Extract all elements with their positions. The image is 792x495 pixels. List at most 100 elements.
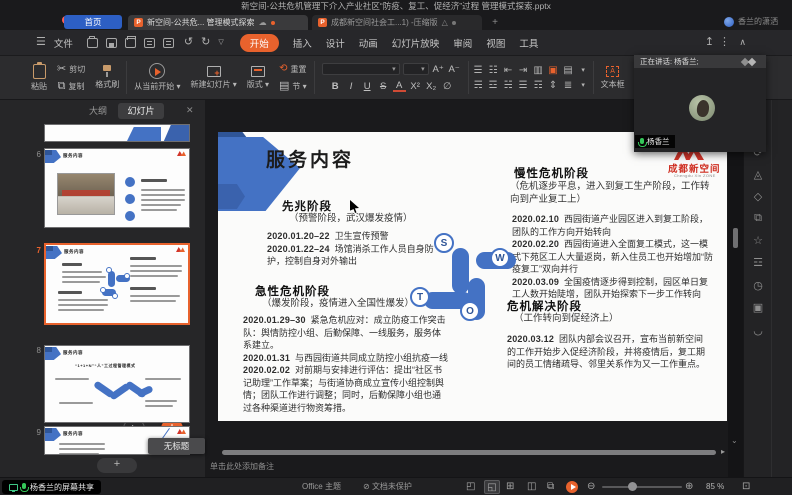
play-from-current-button[interactable]: 从当前开始 ▾: [129, 56, 185, 99]
document-tab-active[interactable]: P 新空间-公共危... 管理模式探索 ☁: [128, 15, 308, 30]
reset-button[interactable]: ⟲重置: [279, 62, 306, 77]
align-right-icon[interactable]: ☵: [504, 80, 513, 91]
new-slide-footer-button[interactable]: +: [97, 458, 137, 473]
zoom-slider-knob[interactable]: [628, 482, 637, 491]
align-center-icon[interactable]: ☲: [489, 80, 498, 91]
normal-view-icon[interactable]: ◱: [484, 480, 500, 494]
image-library-icon[interactable]: ▣: [751, 301, 765, 314]
zoom-in-icon[interactable]: ⊕: [685, 481, 693, 492]
collapse-ribbon-icon[interactable]: ∧: [739, 38, 746, 47]
textbox-button[interactable]: A 文本框: [596, 56, 630, 99]
decrease-indent-icon[interactable]: ⇤: [504, 65, 512, 76]
italic-button[interactable]: I: [345, 81, 358, 92]
windows-icon[interactable]: ⧉: [751, 212, 765, 225]
columns-icon[interactable]: ▤: [563, 65, 572, 76]
decrease-font-icon[interactable]: A⁻: [448, 64, 461, 75]
copy-button[interactable]: ⧉复制: [58, 79, 85, 94]
horizontal-scrollbar[interactable]: [222, 450, 716, 455]
bullet-list-icon[interactable]: ☰: [474, 65, 483, 76]
reading-view-icon[interactable]: ◫: [527, 481, 536, 492]
plugin-icon[interactable]: ◇: [751, 190, 765, 203]
more-options-icon[interactable]: ⋮: [719, 37, 730, 48]
hamburger-menu-icon[interactable]: ☰: [36, 37, 46, 48]
slide-thumbnail-7-selected[interactable]: 服务内容: [44, 243, 190, 325]
share-icon[interactable]: ↥: [705, 37, 714, 48]
tab-slides[interactable]: 幻灯片: [118, 103, 164, 119]
tab-view[interactable]: 视图: [486, 36, 505, 50]
presenter-view-icon[interactable]: ⧉: [547, 481, 554, 492]
video-call-overlay[interactable]: 正在讲话: 杨香兰; 杨香兰: [634, 55, 766, 152]
font-color-button[interactable]: A: [393, 81, 406, 92]
distribute-icon[interactable]: ☶: [534, 80, 543, 91]
redo-icon[interactable]: ↻: [201, 37, 210, 48]
spacing-dropdown-icon[interactable]: ▾: [581, 81, 585, 89]
screen-share-indicator[interactable]: 杨香兰的屏幕共享: [2, 480, 101, 494]
tab-home[interactable]: 开始: [240, 34, 279, 52]
strikethrough-button[interactable]: S: [377, 81, 390, 92]
protection-status[interactable]: ⊘ 文档未保护: [363, 478, 412, 495]
font-name-combobox[interactable]: ▾: [322, 63, 400, 75]
text-highlight-icon[interactable]: ▣: [548, 65, 557, 76]
paste-button[interactable]: 粘贴: [26, 56, 52, 99]
slide-thumbnail-5-partial[interactable]: [44, 124, 190, 142]
spacing-before-icon[interactable]: ≣: [564, 80, 572, 91]
zoom-out-icon[interactable]: ⊖: [587, 481, 595, 492]
export-icon[interactable]: [144, 38, 155, 48]
font-size-combobox[interactable]: ▾: [403, 63, 429, 75]
increase-font-icon[interactable]: A⁺: [432, 64, 445, 75]
close-panel-icon[interactable]: ✕: [186, 105, 194, 116]
notes-placeholder[interactable]: 单击此处添加备注: [210, 461, 274, 472]
tab-review[interactable]: 审阅: [453, 36, 472, 50]
autosave-dropdown-icon[interactable]: ▽: [218, 39, 223, 46]
settings-sliders-icon[interactable]: ☲: [751, 256, 765, 269]
tab-slideshow[interactable]: 幻灯片放映: [392, 36, 440, 50]
superscript-icon[interactable]: X²: [409, 81, 422, 92]
align-left-icon[interactable]: ☴: [474, 80, 483, 91]
slide-sorter-icon[interactable]: ⊞: [506, 481, 514, 492]
save-icon[interactable]: [106, 38, 117, 48]
cut-button[interactable]: ✂剪切: [57, 62, 85, 77]
underline-button[interactable]: U: [361, 81, 374, 92]
tab-tools[interactable]: 工具: [519, 36, 538, 50]
clear-format-icon[interactable]: ∅: [441, 81, 454, 92]
scroll-right-icon[interactable]: ▸: [721, 447, 725, 456]
format-painter-button[interactable]: 格式刷: [90, 56, 124, 99]
new-slide-button[interactable]: 新建幻灯片 ▾: [185, 56, 241, 99]
preview-icon[interactable]: [163, 38, 174, 48]
home-tab[interactable]: 首页: [64, 15, 122, 29]
section-button[interactable]: ▤节 ▾: [279, 79, 307, 94]
file-menu[interactable]: 文件: [54, 36, 73, 50]
bold-button[interactable]: B: [329, 81, 342, 92]
fit-slide-icon[interactable]: ⊡: [742, 481, 750, 492]
tab-animation[interactable]: 动画: [359, 36, 378, 50]
layout-button[interactable]: 版式 ▾: [242, 56, 274, 99]
tab-insert[interactable]: 插入: [293, 36, 312, 50]
slide-editor[interactable]: 服务内容 成都新空间 Chengdu Xin ZONE 先兆阶段 （预警阶段，武…: [218, 132, 727, 421]
scroll-down-icon[interactable]: ⌄: [731, 436, 738, 445]
slideshow-play-button[interactable]: [566, 481, 578, 493]
undo-icon[interactable]: ↺: [184, 37, 193, 48]
slide-thumbnail-8[interactable]: 服务内容 “1+1+N”“人”工过程管理模式: [44, 345, 190, 423]
resource-icon[interactable]: ◬: [751, 168, 765, 181]
theme-label[interactable]: Office 主题: [302, 478, 341, 495]
slide-thumbnail-6[interactable]: 服务内容: [44, 148, 190, 228]
increase-indent-icon[interactable]: ⇥: [519, 65, 527, 76]
document-tab-inactive[interactable]: P 成都新空间社会工...1) -压缩版 △: [312, 15, 482, 30]
zoom-percentage[interactable]: 85 %: [706, 478, 724, 495]
favorites-icon[interactable]: ☆: [751, 234, 765, 247]
zoom-slider-track[interactable]: [602, 486, 682, 488]
print-icon[interactable]: [125, 38, 136, 48]
notes-toggle-icon[interactable]: ◰: [466, 481, 475, 492]
vertical-scrollbar[interactable]: [733, 228, 738, 248]
tab-outline[interactable]: 大纲: [80, 103, 116, 119]
subscript-icon[interactable]: X₂: [425, 81, 438, 92]
numbered-list-icon[interactable]: ☷: [489, 65, 498, 76]
history-icon[interactable]: ◷: [751, 279, 765, 292]
open-file-icon[interactable]: [87, 38, 98, 48]
more-tools-icon[interactable]: ◡: [751, 324, 765, 337]
tab-design[interactable]: 设计: [326, 36, 345, 50]
justify-icon[interactable]: ☰: [519, 80, 528, 91]
text-direction-icon[interactable]: ▥: [533, 65, 542, 76]
line-spacing-icon[interactable]: ⇕: [549, 80, 557, 91]
account-chip[interactable]: 香兰的潇洒: [724, 16, 778, 27]
